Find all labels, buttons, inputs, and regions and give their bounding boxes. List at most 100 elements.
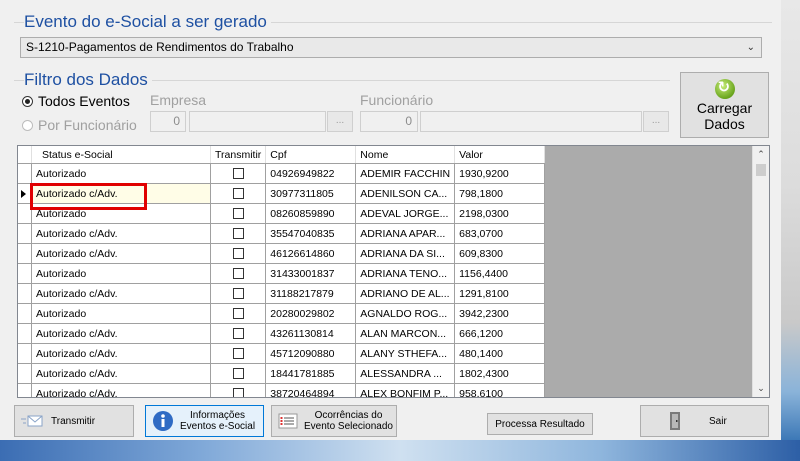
cell-transmitir[interactable] bbox=[210, 283, 267, 304]
cell-status[interactable]: Autorizado c/Adv. bbox=[31, 343, 211, 364]
cell-valor[interactable]: 666,1200 bbox=[454, 323, 546, 344]
cell-cpf[interactable]: 31433001837 bbox=[265, 263, 357, 284]
cell-nome[interactable]: ADEMIR FACCHIN bbox=[355, 163, 456, 184]
transmitir-checkbox[interactable] bbox=[232, 368, 244, 379]
row-header[interactable] bbox=[18, 163, 32, 184]
grid-vertical-scrollbar[interactable]: ⌃ ⌄ bbox=[752, 146, 769, 397]
cell-status[interactable]: Autorizado c/Adv. bbox=[31, 363, 211, 384]
cell-transmitir[interactable] bbox=[210, 183, 267, 204]
cell-nome[interactable]: ALANY STHEFA... bbox=[355, 343, 456, 364]
row-header[interactable] bbox=[18, 263, 32, 284]
transmitir-checkbox[interactable] bbox=[232, 288, 244, 299]
table-row[interactable]: Autorizado 20280029802 AGNALDO ROG... 3942,… bbox=[18, 303, 546, 324]
cell-transmitir[interactable] bbox=[210, 323, 267, 344]
cell-nome[interactable]: ADEVAL JORGE... bbox=[355, 203, 456, 224]
cell-status[interactable]: Autorizado c/Adv. bbox=[31, 383, 211, 397]
cell-valor[interactable]: 480,1400 bbox=[454, 343, 546, 364]
row-header[interactable] bbox=[18, 383, 32, 397]
transmitir-checkbox[interactable] bbox=[232, 328, 244, 339]
transmitir-checkbox[interactable] bbox=[232, 248, 244, 259]
ocorrencias-evento-button[interactable]: Ocorrências do Evento Selecionado bbox=[271, 405, 397, 437]
transmitir-checkbox[interactable] bbox=[232, 348, 244, 359]
processa-resultado-button[interactable]: Processa Resultado bbox=[487, 413, 593, 435]
cell-nome[interactable]: AGNALDO ROG... bbox=[355, 303, 456, 324]
cell-cpf[interactable]: 35547040835 bbox=[265, 223, 357, 244]
transmitir-checkbox[interactable] bbox=[232, 268, 244, 279]
table-row[interactable]: Autorizado c/Adv. 43261130814 ALAN MARCON.… bbox=[18, 323, 546, 344]
radio-todos-eventos[interactable]: Todos Eventos bbox=[22, 93, 130, 109]
cell-transmitir[interactable] bbox=[210, 223, 267, 244]
scroll-up-icon[interactable]: ⌃ bbox=[753, 146, 769, 163]
cell-status[interactable]: Autorizado bbox=[31, 163, 211, 184]
cell-nome[interactable]: ADRIANA APAR... bbox=[355, 223, 456, 244]
table-row[interactable]: Autorizado 04926949822 ADEMIR FACCHIN 1930,… bbox=[18, 163, 546, 184]
cell-cpf[interactable]: 30977311805 bbox=[265, 183, 357, 204]
table-row[interactable]: Autorizado c/Adv. 35547040835 ADRIANA APAR… bbox=[18, 223, 546, 244]
cell-transmitir[interactable] bbox=[210, 163, 267, 184]
cell-status[interactable]: Autorizado c/Adv. bbox=[31, 243, 211, 264]
cell-valor[interactable]: 3942,2300 bbox=[454, 303, 546, 324]
cell-valor[interactable]: 958,6100 bbox=[454, 383, 546, 397]
row-header[interactable] bbox=[18, 343, 32, 364]
column-header-valor[interactable]: Valor bbox=[454, 146, 546, 164]
row-header[interactable] bbox=[18, 323, 32, 344]
cell-status[interactable]: Autorizado bbox=[31, 303, 211, 324]
cell-nome[interactable]: ADRIANA DA SI... bbox=[355, 243, 456, 264]
cell-valor[interactable]: 1291,8100 bbox=[454, 283, 546, 304]
cell-transmitir[interactable] bbox=[210, 303, 267, 324]
empresa-lookup-button[interactable]: ... bbox=[327, 111, 353, 132]
table-row[interactable]: Autorizado c/Adv. 46126614860 ADRIANA DA S… bbox=[18, 243, 546, 264]
cell-status[interactable]: Autorizado c/Adv. bbox=[31, 283, 211, 304]
empresa-name-field[interactable] bbox=[189, 111, 326, 132]
informacoes-eventos-button[interactable]: Informações Eventos e-Social bbox=[145, 405, 264, 437]
transmitir-checkbox[interactable] bbox=[232, 208, 244, 219]
table-row[interactable]: Autorizado c/Adv. 45712090880 ALANY STHEFA… bbox=[18, 343, 546, 364]
cell-cpf[interactable]: 45712090880 bbox=[265, 343, 357, 364]
row-header[interactable] bbox=[18, 303, 32, 324]
cell-valor[interactable]: 2198,0300 bbox=[454, 203, 546, 224]
table-row[interactable]: Autorizado c/Adv. 38720464894 ALEX BONFIM … bbox=[18, 383, 546, 397]
cell-nome[interactable]: ALEX BONFIM P... bbox=[355, 383, 456, 397]
cell-cpf[interactable]: 31188217879 bbox=[265, 283, 357, 304]
cell-cpf[interactable]: 04926949822 bbox=[265, 163, 357, 184]
row-header[interactable] bbox=[18, 363, 32, 384]
cell-cpf[interactable]: 43261130814 bbox=[265, 323, 357, 344]
cell-nome[interactable]: ALAN MARCON... bbox=[355, 323, 456, 344]
row-header[interactable] bbox=[18, 223, 32, 244]
cell-cpf[interactable]: 08260859890 bbox=[265, 203, 357, 224]
cell-cpf[interactable]: 38720464894 bbox=[265, 383, 357, 397]
cell-valor[interactable]: 1802,4300 bbox=[454, 363, 546, 384]
cell-cpf[interactable]: 18441781885 bbox=[265, 363, 357, 384]
cell-nome[interactable]: ADRIANO DE AL... bbox=[355, 283, 456, 304]
cell-status[interactable]: Autorizado bbox=[31, 263, 211, 284]
column-header-transmitir[interactable]: Transmitir bbox=[210, 146, 267, 164]
funcionario-lookup-button[interactable]: ... bbox=[643, 111, 669, 132]
carregar-dados-button[interactable]: Carregar Dados bbox=[680, 72, 769, 138]
cell-transmitir[interactable] bbox=[210, 363, 267, 384]
empresa-code-field[interactable]: 0 bbox=[150, 111, 186, 132]
cell-valor[interactable]: 1930,9200 bbox=[454, 163, 546, 184]
evento-select[interactable]: S-1210-Pagamentos de Rendimentos do Trab… bbox=[20, 37, 762, 58]
cell-transmitir[interactable] bbox=[210, 343, 267, 364]
sair-button[interactable]: Sair bbox=[640, 405, 769, 437]
row-header[interactable] bbox=[18, 283, 32, 304]
column-header-nome[interactable]: Nome bbox=[355, 146, 456, 164]
row-header[interactable] bbox=[18, 243, 32, 264]
table-row[interactable]: Autorizado c/Adv. 31188217879 ADRIANO DE A… bbox=[18, 283, 546, 304]
funcionario-code-field[interactable]: 0 bbox=[360, 111, 418, 132]
cell-valor[interactable]: 1156,4400 bbox=[454, 263, 546, 284]
funcionario-name-field[interactable] bbox=[420, 111, 642, 132]
cell-valor[interactable]: 683,0700 bbox=[454, 223, 546, 244]
scroll-thumb[interactable] bbox=[756, 164, 766, 176]
transmitir-checkbox[interactable] bbox=[232, 308, 244, 319]
transmitir-checkbox[interactable] bbox=[232, 168, 244, 179]
transmitir-button[interactable]: Transmitir bbox=[14, 405, 134, 437]
column-header-cpf[interactable]: Cpf bbox=[265, 146, 357, 164]
scroll-down-icon[interactable]: ⌄ bbox=[753, 380, 769, 397]
table-row[interactable]: Autorizado c/Adv. 18441781885 ALESSANDRA .… bbox=[18, 363, 546, 384]
cell-valor[interactable]: 798,1800 bbox=[454, 183, 546, 204]
column-header-status[interactable]: Status e-Social bbox=[31, 146, 211, 164]
transmitir-checkbox[interactable] bbox=[232, 188, 244, 199]
cell-transmitir[interactable] bbox=[210, 383, 267, 397]
cell-nome[interactable]: ADENILSON CA... bbox=[355, 183, 456, 204]
